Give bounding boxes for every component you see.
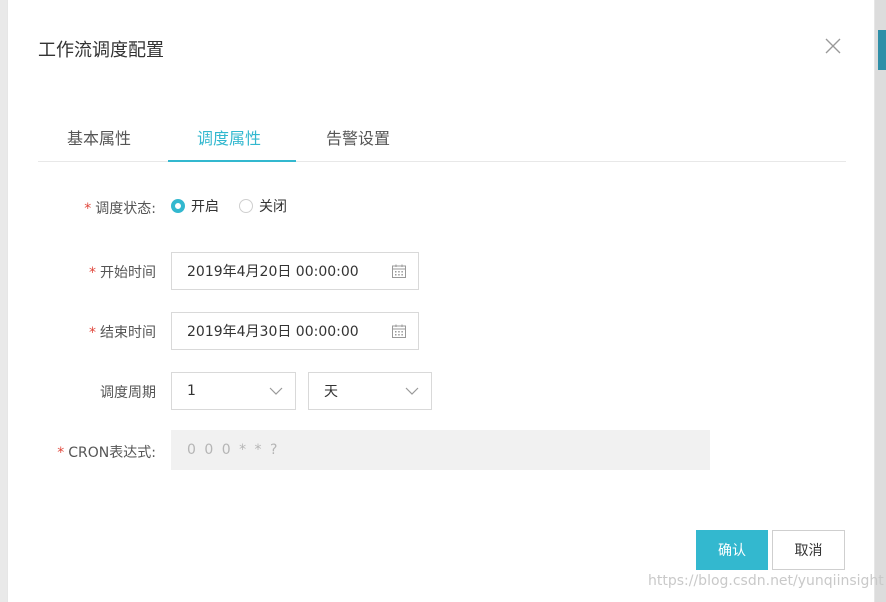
tab-schedule-properties[interactable]: 调度属性 — [197, 125, 261, 149]
tab-alert-settings[interactable]: 告警设置 — [326, 125, 390, 149]
chevron-down-icon — [257, 386, 295, 396]
workflow-schedule-dialog: 工作流调度配置 基本属性 调度属性 告警设置 * 调度状态: 开启 关闭 * 开始时… — [7, 0, 884, 602]
start-time-picker[interactable]: 2019年4月20日 00:00:00 — [171, 252, 419, 290]
background-window-tab — [878, 30, 886, 70]
dialog-title: 工作流调度配置 — [38, 40, 164, 61]
calendar-icon[interactable] — [380, 323, 418, 339]
start-time-label: * 开始时间 — [89, 265, 156, 281]
background-window-edge — [875, 0, 886, 602]
period-unit-value: 天 — [324, 384, 338, 400]
radio-disable[interactable]: 关闭 — [239, 196, 287, 216]
active-tab-indicator — [168, 160, 296, 162]
cancel-button[interactable]: 取消 — [772, 530, 845, 570]
radio-unchecked-icon — [239, 199, 253, 213]
calendar-icon[interactable] — [380, 263, 418, 279]
end-time-picker[interactable]: 2019年4月30日 00:00:00 — [171, 312, 419, 350]
tab-basic-properties[interactable]: 基本属性 — [67, 125, 131, 149]
period-label: 调度周期 — [100, 385, 156, 401]
period-count-value: 1 — [187, 383, 196, 399]
end-time-label: * 结束时间 — [89, 325, 156, 341]
status-label: * 调度状态: — [84, 201, 156, 217]
end-time-value: 2019年4月30日 00:00:00 — [187, 324, 359, 340]
close-icon[interactable] — [821, 34, 845, 58]
period-unit-select[interactable]: 天 — [308, 372, 432, 410]
tab-bar: 基本属性 调度属性 告警设置 — [38, 115, 846, 162]
cron-expression-field: 0 0 0 * * ? — [171, 430, 710, 470]
start-time-value: 2019年4月20日 00:00:00 — [187, 264, 359, 280]
status-radio-group: 开启 关闭 — [171, 196, 307, 216]
radio-checked-icon — [171, 199, 185, 213]
watermark: https://blog.csdn.net/yunqiinsight — [648, 573, 884, 589]
cron-label: * CRON表达式: — [57, 445, 156, 461]
required-mark: * — [84, 201, 92, 217]
period-count-select[interactable]: 1 — [171, 372, 296, 410]
radio-enable[interactable]: 开启 — [171, 196, 219, 216]
chevron-down-icon — [393, 386, 431, 396]
confirm-button[interactable]: 确认 — [696, 530, 768, 570]
